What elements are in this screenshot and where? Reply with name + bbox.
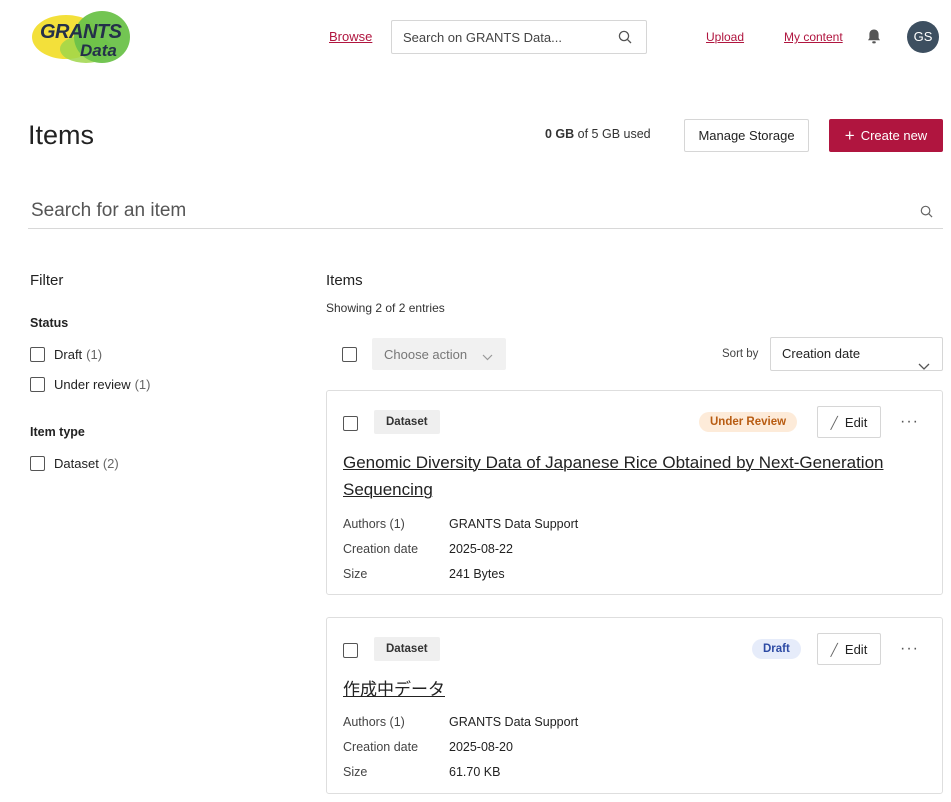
meta-value: GRANTS Data Support (449, 715, 579, 729)
sort-by-value: Creation date (782, 346, 861, 361)
edit-button[interactable]: ╱ Edit (817, 633, 881, 665)
edit-label: Edit (844, 414, 868, 430)
filter-option-draft[interactable]: Draft (1) (30, 346, 102, 362)
my-content-link[interactable]: My content (784, 30, 843, 44)
status-badge: Draft (752, 639, 801, 659)
filter-option-count: (1) (86, 346, 103, 362)
item-checkbox[interactable] (343, 643, 358, 658)
manage-storage-button[interactable]: Manage Storage (684, 119, 809, 152)
pencil-icon: ╱ (830, 415, 838, 430)
pencil-icon: ╱ (830, 642, 838, 657)
user-avatar[interactable]: GS (907, 21, 939, 53)
search-icon[interactable] (920, 205, 933, 221)
sort-by-select[interactable]: Creation date (770, 337, 943, 371)
item-type-filter-heading: Item type (30, 425, 85, 439)
meta-label: Size (343, 765, 368, 779)
filter-option-label: Under review (54, 376, 131, 392)
select-all-checkbox[interactable] (342, 347, 357, 362)
filter-option-count: (2) (102, 455, 119, 471)
global-search-input[interactable] (392, 21, 612, 53)
item-search-input[interactable] (28, 193, 888, 229)
top-header: GRANTS Data Browse Upload My content GS (0, 0, 951, 78)
storage-used-value: 0 GB (545, 127, 575, 141)
search-icon[interactable] (618, 30, 632, 47)
filter-option-dataset[interactable]: Dataset (2) (30, 455, 119, 471)
edit-button[interactable]: ╱ Edit (817, 406, 881, 438)
item-creation-date: Creation date 2025-08-22 (343, 542, 513, 556)
item-card: Dataset Under Review ╱ Edit ··· Genomic D… (326, 390, 943, 595)
storage-total-text: of 5 GB used (574, 127, 651, 141)
item-size: Size 61.70 KB (343, 765, 500, 779)
meta-label: Size (343, 567, 368, 581)
plus-icon: + (844, 125, 855, 145)
more-icon[interactable]: ··· (900, 640, 919, 658)
status-badge: Under Review (699, 412, 798, 432)
chevron-down-icon (482, 349, 493, 364)
item-card: Dataset Draft ╱ Edit ··· 作成中データ Authors (… (326, 617, 943, 794)
item-search (28, 193, 943, 229)
item-title-link[interactable]: Genomic Diversity Data of Japanese Rice … (343, 449, 923, 503)
meta-label: Creation date (343, 542, 419, 556)
item-title-link[interactable]: 作成中データ (343, 676, 923, 703)
choose-action-dropdown[interactable]: Choose action (372, 338, 506, 370)
dataset-checkbox[interactable] (30, 455, 45, 471)
meta-value: 2025-08-22 (449, 542, 513, 556)
meta-label: Authors (1) (343, 715, 405, 729)
status-filter-heading: Status (30, 316, 69, 330)
item-authors: Authors (1) GRANTS Data Support (343, 715, 578, 729)
upload-link[interactable]: Upload (706, 30, 744, 44)
filter-heading: Filter (30, 272, 64, 289)
browse-link[interactable]: Browse (329, 29, 372, 44)
meta-label: Authors (1) (343, 517, 405, 531)
create-new-label: Create new (860, 127, 928, 143)
choose-action-label: Choose action (384, 346, 468, 362)
items-list-heading: Items (326, 272, 363, 289)
item-type-badge: Dataset (374, 637, 440, 661)
chevron-down-icon (918, 350, 930, 382)
global-search (391, 20, 647, 54)
under-review-checkbox[interactable] (30, 376, 45, 392)
meta-value: 241 Bytes (449, 567, 505, 581)
storage-usage: 0 GB of 5 GB used (545, 127, 651, 141)
create-new-button[interactable]: + Create new (829, 119, 943, 152)
edit-label: Edit (844, 641, 868, 657)
meta-value: 2025-08-20 (449, 740, 513, 754)
more-icon[interactable]: ··· (900, 413, 919, 431)
sort-by-label: Sort by (722, 348, 759, 360)
meta-value: 61.70 KB (449, 765, 501, 779)
item-size: Size 241 Bytes (343, 567, 505, 581)
item-checkbox[interactable] (343, 416, 358, 431)
item-creation-date: Creation date 2025-08-20 (343, 740, 513, 754)
draft-checkbox[interactable] (30, 346, 45, 362)
meta-value: GRANTS Data Support (449, 517, 579, 531)
item-type-badge: Dataset (374, 410, 440, 434)
filter-option-label: Dataset (54, 455, 99, 471)
filter-option-under-review[interactable]: Under review (1) (30, 376, 150, 392)
entries-count: Showing 2 of 2 entries (326, 301, 445, 315)
bell-icon[interactable] (866, 28, 882, 48)
logo-text-data: Data (80, 41, 117, 60)
filter-option-count: (1) (134, 376, 151, 392)
filter-option-label: Draft (54, 346, 83, 362)
item-authors: Authors (1) GRANTS Data Support (343, 517, 578, 531)
meta-label: Creation date (343, 740, 419, 754)
grants-data-logo[interactable]: GRANTS Data (30, 11, 140, 63)
page-title: Items (28, 120, 95, 150)
